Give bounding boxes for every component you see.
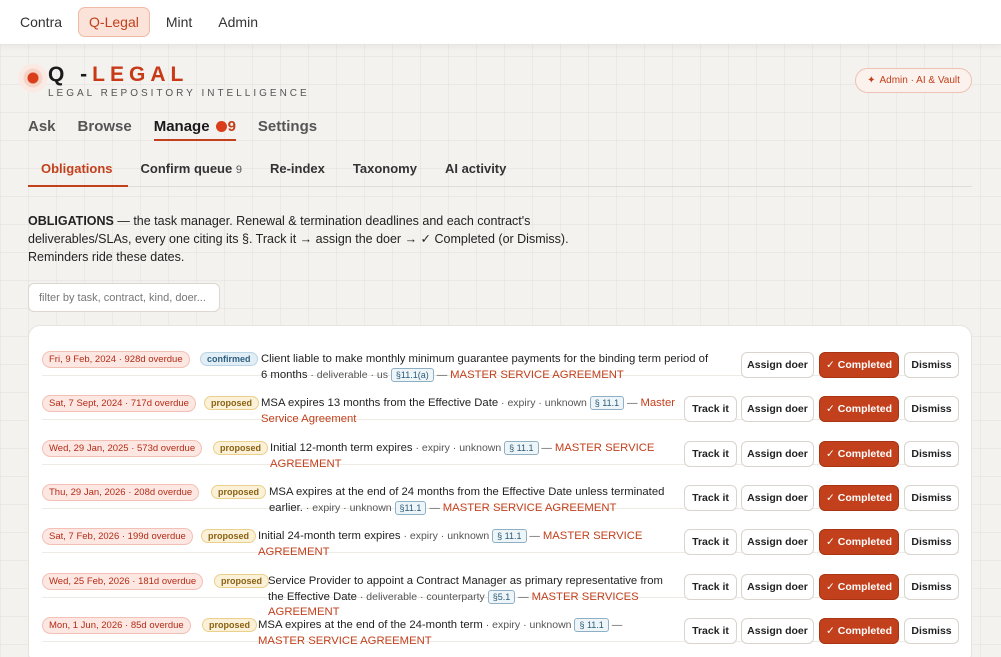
obligation-meta: · expiry · unknown [498,397,590,409]
completed-button[interactable]: ✓ Completed [819,618,899,644]
track-it-button[interactable]: Track it [684,574,737,600]
section-citation[interactable]: § 11.1 [574,618,609,632]
status-badge: proposed [213,441,269,455]
admin-vault-button[interactable]: ✦ Admin · AI & Vault [855,68,972,93]
track-it-button[interactable]: Track it [684,529,737,555]
completed-button[interactable]: ✓ Completed [819,352,899,378]
dismiss-button[interactable]: Dismiss [904,352,959,378]
status-badge: confirmed [200,352,258,366]
tab-taxonomy[interactable]: Taxonomy [340,155,432,187]
obligation-row: Thu, 29 Jan, 2026 · 208d overdue proposed… [42,465,959,515]
dismiss-button[interactable]: Dismiss [904,485,959,511]
status-badge: proposed [201,529,257,543]
status-badge: proposed [211,485,267,499]
confirm-queue-count: 9 [235,164,242,176]
brand-header: Q -LEGAL LEGAL REPOSITORY INTELLIGENCE [18,63,307,99]
obligations-intro: OBLIGATIONS — the task manager. Renewal … [28,214,569,264]
section-citation[interactable]: § 11.1 [492,529,527,543]
assign-doer-button[interactable]: Assign doer [741,618,814,644]
status-badge: proposed [204,396,260,410]
dismiss-button[interactable]: Dismiss [904,441,959,467]
assign-doer-button[interactable]: Assign doer [741,441,814,467]
obligation-row: Wed, 25 Feb, 2026 · 181d overdue proposed… [42,554,959,618]
app-tab-contra[interactable]: Contra [10,8,72,36]
obligation-description: MSA expires at the end of the 24-month t… [258,618,623,647]
assign-doer-button[interactable]: Assign doer [741,485,814,511]
obligation-row: Fri, 9 Feb, 2024 · 928d overdue confirmed… [42,332,959,382]
track-it-button[interactable]: Track it [684,485,737,511]
app-tab-admin[interactable]: Admin [208,8,268,36]
dismiss-button[interactable]: Dismiss [904,396,959,422]
section-citation[interactable]: § 11.1 [589,396,625,410]
nav-ask[interactable]: Ask [28,118,56,141]
brand-title: Q -LEGAL [48,63,189,86]
app-tab-mint[interactable]: Mint [156,8,202,36]
assign-doer-button[interactable]: Assign doer [741,352,814,378]
due-date-badge: Wed, 29 Jan, 2025 · 573d overdue [42,440,203,457]
completed-button[interactable]: ✓ Completed [819,529,899,555]
contract-link[interactable]: MASTER SERVICE AGREEMENT [258,635,432,647]
dismiss-button[interactable]: Dismiss [904,574,959,600]
obligation-row: Wed, 29 Jan, 2025 · 573d overdue proposed… [42,421,959,470]
tab-obligations[interactable]: Obligations [28,155,128,187]
tab-ai-activity[interactable]: AI activity [432,155,521,187]
obligations-list: Fri, 9 Feb, 2024 · 928d overdue confirmed… [28,325,972,657]
track-it-button[interactable]: Track it [684,396,737,422]
section-citation[interactable]: § 11.1 [504,441,539,455]
tab-reindex[interactable]: Re-index [257,155,340,187]
obligation-text: Initial 12-month term expires [270,442,413,454]
tab-confirm-queue[interactable]: Confirm queue 9 [128,155,257,187]
due-date-badge: Sat, 7 Sept, 2024 · 717d overdue [42,395,196,412]
main-nav: Ask Browse Manage 9 Settings [28,118,339,141]
status-badge: proposed [202,618,258,632]
completed-button[interactable]: ✓ Completed [819,574,899,600]
track-it-button[interactable]: Track it [684,618,737,644]
obligation-text: Initial 24-month term expires [258,530,401,542]
due-date-badge: Fri, 9 Feb, 2024 · 928d overdue [42,351,190,368]
assign-doer-button[interactable]: Assign doer [741,529,814,555]
track-it-button[interactable]: Track it [684,441,737,467]
obligation-row: Sat, 7 Feb, 2026 · 199d overdue proposed I… [42,509,959,558]
nav-manage[interactable]: Manage 9 [153,118,236,141]
dismiss-button[interactable]: Dismiss [904,529,959,555]
due-date-badge: Mon, 1 Jun, 2026 · 85d overdue [42,617,191,634]
completed-button[interactable]: ✓ Completed [819,441,899,467]
obligations-filter-input[interactable] [28,283,220,312]
obligation-meta: · expiry · unknown [482,619,575,631]
admin-vault-label: Admin · AI & Vault [879,75,960,86]
completed-button[interactable]: ✓ Completed [819,396,899,422]
assign-doer-button[interactable]: Assign doer [741,396,814,422]
sparkle-icon: ✦ [867,75,876,86]
manage-count-badge: 9 [227,118,236,135]
obligation-meta: · expiry · unknown [412,442,505,454]
dismiss-button[interactable]: Dismiss [904,618,959,644]
alert-dot-icon [215,121,227,132]
due-date-badge: Sat, 7 Feb, 2026 · 199d overdue [42,528,193,545]
due-date-badge: Thu, 29 Jan, 2026 · 208d overdue [42,484,200,501]
obligation-row: Mon, 1 Jun, 2026 · 85d overdue proposed MS… [42,598,959,647]
completed-button[interactable]: ✓ Completed [819,485,899,511]
obligation-text: MSA expires at the end of the 24-month t… [258,619,483,631]
assign-doer-button[interactable]: Assign doer [741,574,814,600]
obligation-meta: · expiry · unknown [400,530,493,542]
brand-subtitle: LEGAL REPOSITORY INTELLIGENCE [48,88,310,99]
obligation-text: MSA expires 13 months from the Effective… [261,397,499,409]
brand-logo-icon [18,63,48,93]
app-tab-q-legal[interactable]: Q-Legal [78,7,150,37]
manage-sub-tabs: Obligations Confirm queue 9 Re-index Tax… [28,155,972,187]
due-date-badge: Wed, 25 Feb, 2026 · 181d overdue [42,573,204,590]
obligation-row: Sat, 7 Sept, 2024 · 717d overdue proposed… [42,376,959,425]
app-switcher-bar: Contra Q-Legal Mint Admin [0,0,1001,45]
nav-browse[interactable]: Browse [78,118,132,141]
nav-settings[interactable]: Settings [258,118,317,141]
status-badge: proposed [214,574,270,588]
